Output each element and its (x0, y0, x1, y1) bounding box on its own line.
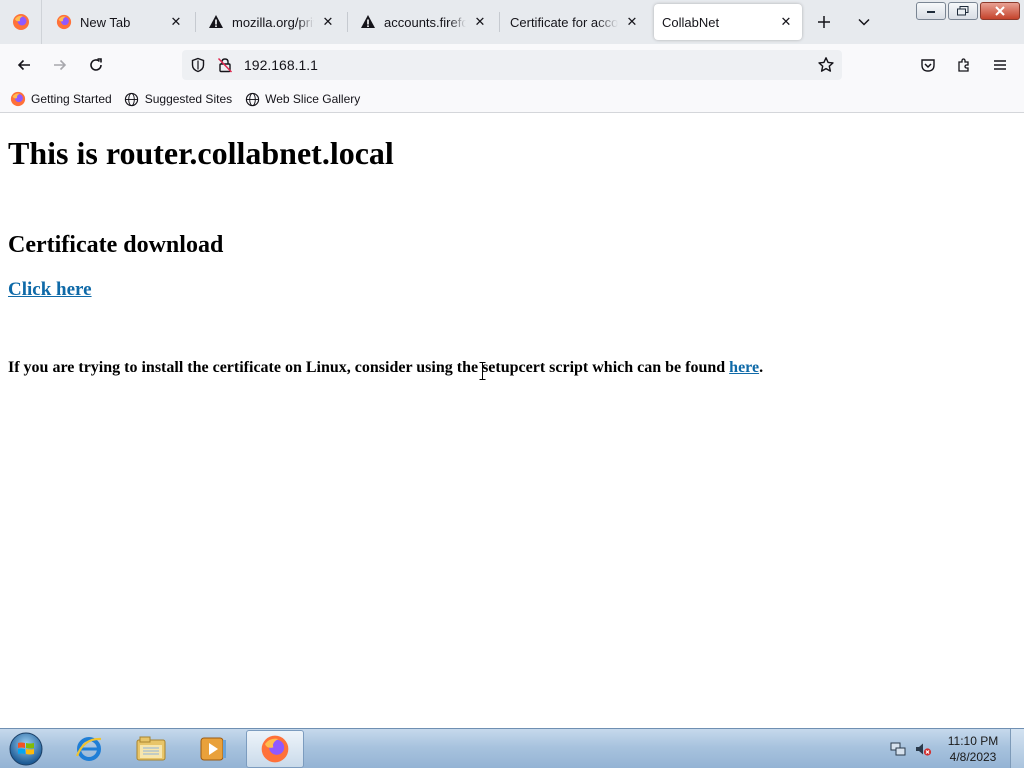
window-controls (916, 2, 1020, 20)
plus-icon (818, 16, 830, 28)
extensions-button[interactable] (949, 50, 979, 80)
bookmark-label: Web Slice Gallery (265, 92, 361, 106)
windows-taskbar: 11:10 PM 4/8/2023 (0, 728, 1024, 768)
hamburger-menu-icon (994, 60, 1006, 70)
restore-button[interactable] (948, 2, 978, 20)
firefox-icon (261, 735, 289, 763)
tracking-protection-icon[interactable] (188, 55, 208, 75)
bookmark-web-slice-gallery[interactable]: Web Slice Gallery (244, 91, 360, 107)
windows-logo-icon (9, 732, 43, 766)
tab-collabnet[interactable]: CollabNet ✕ (654, 4, 802, 40)
clock-time: 11:10 PM (947, 734, 999, 748)
puzzle-icon (958, 58, 969, 72)
restore-icon (957, 6, 969, 16)
tab-title: CollabNet (662, 14, 720, 30)
tab-mozilla-privacy[interactable]: mozilla.org/privac ✕ (196, 4, 344, 40)
text-cursor-icon (479, 362, 486, 380)
close-window-button[interactable] (980, 2, 1020, 20)
tab-accounts-firefox[interactable]: accounts.firefox.c ✕ (348, 4, 496, 40)
arrow-right-icon (54, 59, 67, 71)
close-icon (995, 6, 1005, 16)
firefox-icon (56, 14, 72, 30)
firefox-icon (12, 14, 29, 30)
minimize-button[interactable] (916, 2, 946, 20)
linux-note-text: If you are trying to install the certifi… (8, 359, 730, 376)
start-button[interactable] (6, 730, 46, 768)
tab-certificate[interactable]: Certificate for accoun ✕ (500, 4, 648, 40)
close-icon[interactable]: ✕ (168, 14, 184, 30)
navigation-toolbar: 192.168.1.1 (0, 44, 1024, 86)
close-icon[interactable]: ✕ (320, 14, 336, 30)
url-bar[interactable]: 192.168.1.1 (182, 50, 842, 80)
new-tab-button[interactable] (810, 8, 838, 36)
tab-title: mozilla.org/privac (232, 14, 314, 30)
url-text[interactable]: 192.168.1.1 (244, 57, 318, 73)
tab-title: New Tab (80, 14, 131, 30)
firefox-icon (10, 91, 26, 107)
internet-explorer-icon (75, 737, 102, 761)
warning-icon (208, 14, 224, 30)
certificate-download-link[interactable]: Click here (8, 279, 92, 301)
reload-button[interactable] (81, 50, 111, 80)
folder-icon (136, 736, 166, 761)
close-icon[interactable]: ✕ (472, 14, 488, 30)
bookmark-label: Getting Started (31, 92, 112, 106)
pocket-button[interactable] (913, 50, 943, 80)
tab-title: Certificate for accoun (510, 14, 618, 30)
taskbar-clock[interactable]: 11:10 PM 4/8/2023 (940, 733, 1006, 765)
linux-note: If you are trying to install the certifi… (8, 359, 763, 377)
tab-title: accounts.firefox.c (384, 14, 466, 30)
firefox-view-button[interactable] (0, 0, 42, 44)
bookmark-star-icon[interactable] (816, 55, 836, 75)
tab-new-tab[interactable]: New Tab ✕ (44, 4, 192, 40)
page-title: This is router.collabnet.local (8, 135, 394, 171)
minimize-icon (927, 11, 935, 13)
forward-button[interactable] (45, 50, 75, 80)
media-player-icon (200, 737, 226, 761)
section-heading: Certificate download (8, 232, 224, 258)
back-button[interactable] (9, 50, 39, 80)
chevron-down-icon (858, 18, 870, 26)
linux-note-period: . (759, 359, 764, 376)
warning-icon (360, 14, 376, 30)
show-desktop-button[interactable] (1010, 729, 1024, 768)
setupcert-script-link[interactable]: here (729, 359, 759, 376)
reload-icon (90, 58, 102, 71)
list-all-tabs-button[interactable] (850, 8, 878, 36)
bookmarks-toolbar: Getting Started Suggested Sites Web Slic… (0, 86, 1024, 113)
bookmark-getting-started[interactable]: Getting Started (10, 91, 112, 107)
taskbar-file-explorer[interactable] (122, 730, 180, 768)
pocket-icon (921, 59, 935, 72)
bookmark-label: Suggested Sites (144, 92, 233, 106)
taskbar-media-player[interactable] (184, 730, 242, 768)
insecure-lock-icon[interactable] (215, 55, 235, 75)
clock-date: 4/8/2023 (949, 750, 997, 764)
tab-strip: New Tab ✕ mozilla.org/privac ✕ accounts.… (0, 0, 1024, 44)
taskbar-firefox[interactable] (246, 730, 304, 768)
close-icon[interactable]: ✕ (778, 14, 794, 30)
page-content: This is router.collabnet.local Certifica… (0, 113, 1024, 728)
app-menu-button[interactable] (985, 50, 1015, 80)
globe-icon (244, 91, 260, 107)
network-icon[interactable] (889, 740, 907, 758)
bookmark-suggested-sites[interactable]: Suggested Sites (124, 91, 232, 107)
arrow-left-icon (17, 59, 30, 71)
close-icon[interactable]: ✕ (624, 14, 640, 30)
globe-icon (124, 91, 140, 107)
volume-muted-icon[interactable] (914, 740, 932, 758)
taskbar-internet-explorer[interactable] (60, 730, 118, 768)
